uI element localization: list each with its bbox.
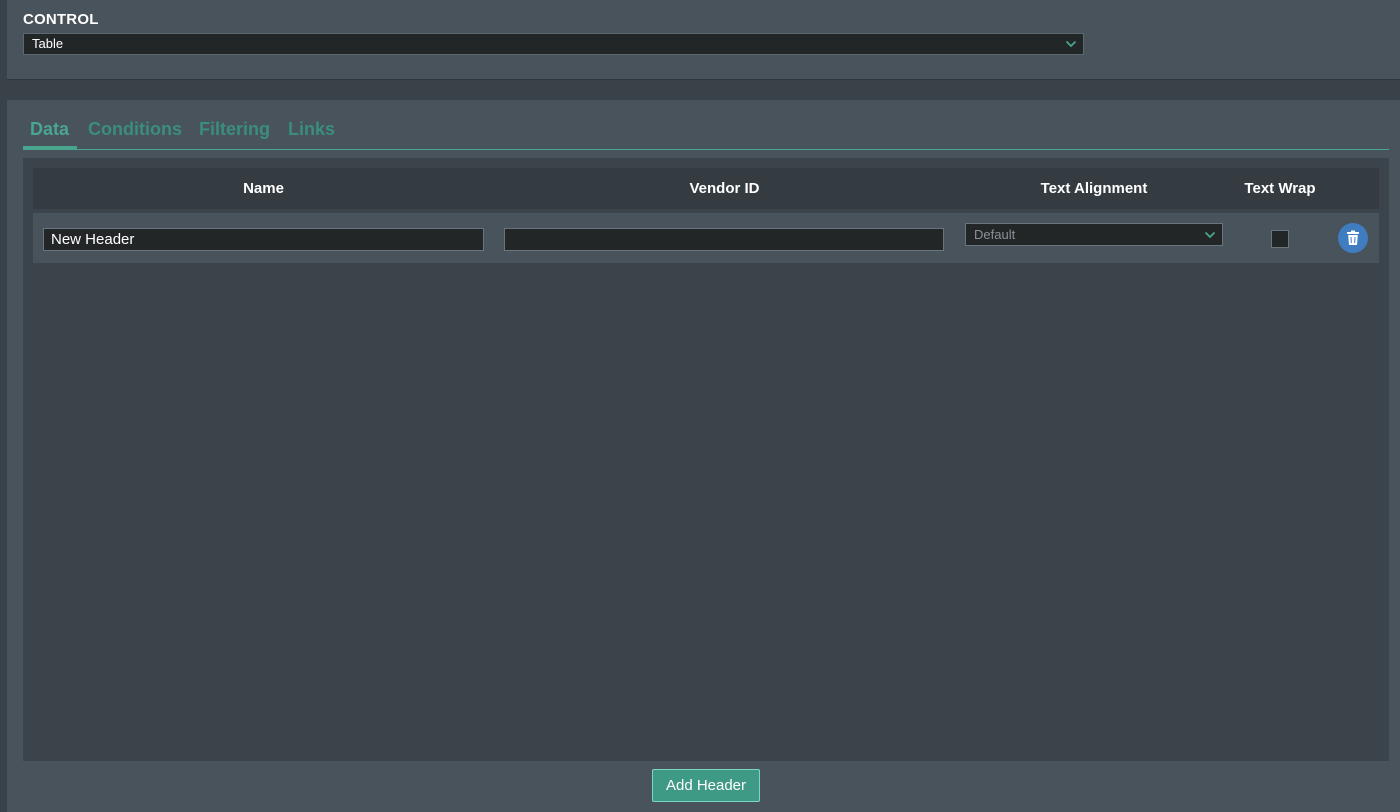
grid-header: Name Vendor ID Text Alignment Text Wrap xyxy=(33,168,1379,209)
control-panel: CONTROL Table xyxy=(7,0,1400,80)
text-alignment-value: Default xyxy=(974,227,1016,242)
header-name-input[interactable]: New Header xyxy=(43,228,484,251)
delete-header-button[interactable] xyxy=(1338,223,1368,253)
headers-grid: Name Vendor ID Text Alignment Text Wrap … xyxy=(23,158,1389,761)
column-header-text-wrap: Text Wrap xyxy=(1244,180,1316,197)
tab-data[interactable]: Data xyxy=(30,119,69,140)
text-wrap-checkbox[interactable] xyxy=(1271,230,1289,248)
control-label: CONTROL xyxy=(23,11,99,28)
column-header-name: Name xyxy=(243,180,284,197)
tab-bar: Data Conditions Filtering Links xyxy=(23,116,1389,150)
control-select-value: Table xyxy=(32,36,64,51)
column-header-vendor-id: Vendor ID xyxy=(689,180,760,197)
text-alignment-select[interactable]: Default xyxy=(965,223,1223,246)
vendor-id-input[interactable] xyxy=(504,228,944,251)
page: CONTROL Table Data Conditions Filtering … xyxy=(0,0,1400,812)
chevron-down-icon xyxy=(1204,231,1216,239)
control-type-select[interactable]: Table xyxy=(23,33,1084,55)
tab-conditions[interactable]: Conditions xyxy=(88,119,182,140)
table-row: New Header Default xyxy=(33,213,1379,263)
column-header-text-alignment: Text Alignment xyxy=(1040,180,1148,197)
chevron-down-icon xyxy=(1065,40,1077,48)
add-header-button[interactable]: Add Header xyxy=(652,769,760,802)
main-panel: Data Conditions Filtering Links Name Ven… xyxy=(7,100,1400,812)
trash-icon xyxy=(1347,230,1359,245)
tab-links[interactable]: Links xyxy=(288,119,335,140)
tab-filtering[interactable]: Filtering xyxy=(199,119,270,140)
header-name-value: New Header xyxy=(51,231,135,248)
active-tab-indicator xyxy=(23,146,77,149)
